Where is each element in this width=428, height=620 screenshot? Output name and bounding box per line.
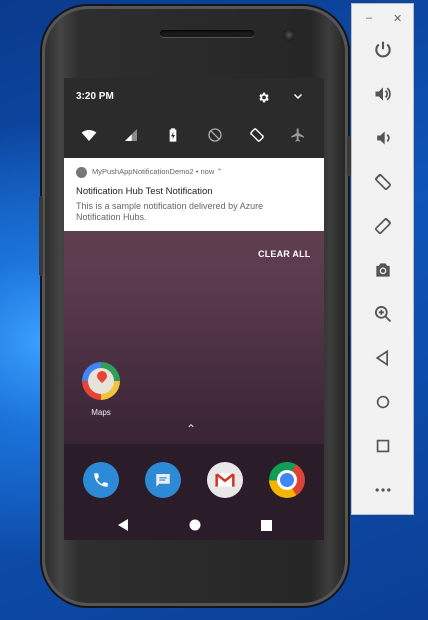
volume-up-icon[interactable] [372, 83, 394, 105]
nav-overview-icon[interactable] [261, 518, 272, 536]
emulator-toolbar: – ✕ [351, 3, 414, 515]
airplane-mode-tile-icon[interactable] [289, 126, 307, 144]
battery-saver-tile-icon[interactable] [164, 126, 182, 144]
close-button[interactable]: ✕ [393, 12, 402, 25]
notification-shade: 3:20 PM MyPushAppNotificationDemo2 • now… [64, 78, 324, 231]
power-icon[interactable] [372, 39, 394, 61]
front-camera [283, 29, 295, 41]
nav-bar [64, 510, 324, 540]
phone-screen[interactable]: 3:20 PM MyPushAppNotificationDemo2 • now… [64, 78, 324, 540]
notification-body: This is a sample notification delivered … [76, 201, 264, 222]
status-time: 3:20 PM [76, 91, 114, 102]
rotate-left-icon[interactable] [372, 171, 394, 193]
messages-icon[interactable] [145, 462, 181, 498]
minimize-button[interactable]: – [366, 12, 372, 24]
notification-card[interactable]: MyPushAppNotificationDemo2 • now ⌃ Notif… [64, 158, 324, 231]
home-icon[interactable] [372, 391, 394, 413]
dnd-tile-icon[interactable] [206, 126, 224, 144]
rotate-right-icon[interactable] [372, 215, 394, 237]
chrome-center-icon [280, 473, 294, 487]
earpiece-speaker [160, 30, 254, 37]
volume-down-icon[interactable] [372, 127, 394, 149]
cellular-tile-icon[interactable] [122, 126, 140, 144]
back-icon[interactable] [372, 347, 394, 369]
more-icon[interactable] [372, 479, 394, 501]
app-icon [76, 167, 87, 178]
expand-chevron-icon[interactable] [292, 90, 304, 105]
maps-app-icon[interactable] [82, 362, 120, 400]
settings-gear-icon[interactable] [257, 91, 270, 106]
chrome-icon[interactable] [269, 462, 305, 498]
gmail-icon[interactable] [207, 462, 243, 498]
clear-all-button[interactable]: CLEAR ALL [258, 249, 310, 259]
wifi-tile-icon[interactable] [80, 126, 98, 144]
notification-title: Notification Hub Test Notification [76, 186, 213, 197]
emulator-device: 3:20 PM MyPushAppNotificationDemo2 • now… [39, 6, 351, 606]
notification-app-line: MyPushAppNotificationDemo2 • now ⌃ [92, 167, 223, 176]
app-drawer-chevron-icon[interactable]: ⌃ [186, 422, 196, 436]
auto-rotate-tile-icon[interactable] [248, 126, 266, 144]
maps-app-label: Maps [91, 408, 111, 417]
nav-home-icon[interactable] [189, 518, 201, 536]
device-side-button[interactable] [39, 196, 43, 276]
phone-icon[interactable] [83, 462, 119, 498]
camera-icon[interactable] [372, 259, 394, 281]
nav-back-icon[interactable] [118, 518, 128, 536]
zoom-icon[interactable] [372, 303, 394, 325]
overview-icon[interactable] [372, 435, 394, 457]
